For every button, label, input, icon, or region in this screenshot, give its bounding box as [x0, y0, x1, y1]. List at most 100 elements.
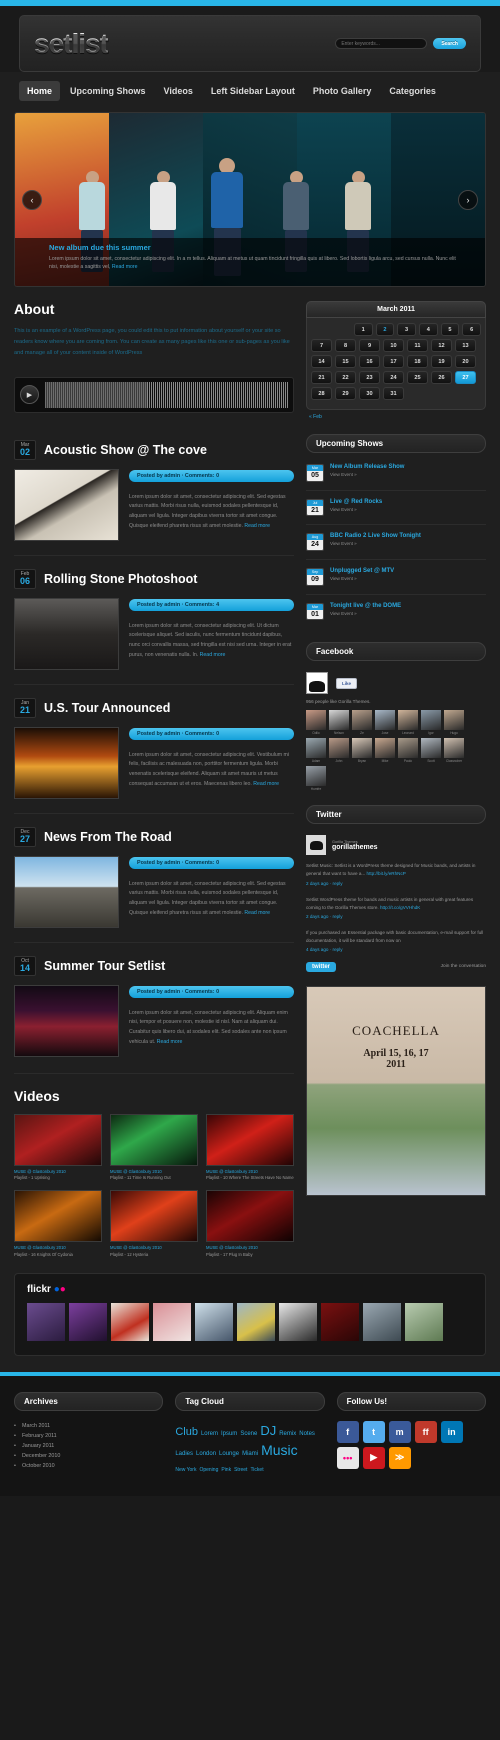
video-item[interactable]: MUSE @ Glastonbury 2010 Playlist - 11 Tim…	[110, 1113, 198, 1182]
youtube-icon[interactable]: ▶	[362, 1446, 385, 1469]
event-item[interactable]: Mar 01 Tonight live @ the DOME View Event »	[306, 602, 486, 629]
video-thumbnail[interactable]	[14, 1190, 102, 1243]
facebook-face-photo[interactable]	[329, 738, 349, 759]
facebook-face[interactable]: Adam	[306, 738, 326, 763]
post-thumbnail[interactable]	[14, 726, 119, 799]
facebook-face[interactable]: Leonard	[398, 710, 418, 735]
tag-music[interactable]: Music	[261, 1440, 298, 1461]
flickr-photo[interactable]	[69, 1302, 107, 1341]
tag-new-york[interactable]: New York	[175, 1467, 196, 1475]
archive-item[interactable]: October 2010	[14, 1461, 163, 1471]
tag-london[interactable]: London	[196, 1450, 216, 1459]
nav-item-videos[interactable]: Videos	[156, 81, 201, 101]
search-input[interactable]	[335, 38, 428, 49]
facebook-face[interactable]: Ze	[352, 710, 372, 735]
tweet-link[interactable]: http://t.co/gVVHhdK	[380, 905, 420, 910]
nav-item-photo-gallery[interactable]: Photo Gallery	[305, 81, 380, 101]
facebook-face-photo[interactable]	[398, 710, 418, 731]
rss-icon[interactable]: ≫	[388, 1446, 411, 1469]
event-title[interactable]: New Album Release Show	[330, 464, 404, 470]
facebook-face-photo[interactable]	[444, 710, 464, 731]
post-thumbnail[interactable]	[14, 468, 119, 541]
flickr-photo[interactable]	[405, 1302, 443, 1341]
tag-ladies[interactable]: Ladies	[175, 1450, 193, 1459]
slider-next-arrow[interactable]: ›	[458, 189, 478, 210]
flickr-photo[interactable]	[279, 1302, 317, 1341]
flickr-photo[interactable]	[111, 1302, 149, 1341]
facebook-face[interactable]: Nelson	[329, 710, 349, 735]
tag-notes[interactable]: Notes	[299, 1430, 315, 1439]
post-read-more-link[interactable]: Read more	[200, 652, 226, 658]
facebook-face-photo[interactable]	[352, 738, 372, 759]
facebook-face-photo[interactable]	[421, 710, 441, 731]
archive-item[interactable]: March 2011	[14, 1421, 163, 1431]
tweet-timestamp[interactable]: 4 days ago · reply	[306, 946, 486, 954]
event-title[interactable]: BBC Radio 2 Live Show Tonight	[330, 533, 421, 539]
tag-opening[interactable]: Opening	[199, 1467, 218, 1475]
facebook-face-photo[interactable]	[375, 710, 395, 731]
slide-read-more-link[interactable]: Read more	[112, 264, 138, 270]
play-icon[interactable]: ▶	[20, 385, 39, 405]
post-title[interactable]: U.S. Tour Announced	[44, 701, 170, 715]
facebook-face[interactable]: Scott	[421, 738, 441, 763]
tag-club[interactable]: Club	[175, 1424, 198, 1441]
slide-title[interactable]: New album due this summer	[49, 243, 460, 252]
flickr-photo[interactable]	[153, 1302, 191, 1341]
video-title[interactable]: MUSE @ Glastonbury 2010	[206, 1245, 258, 1250]
nav-item-home[interactable]: Home	[19, 81, 61, 101]
video-thumbnail[interactable]	[14, 1113, 102, 1166]
event-item[interactable]: Sep 09 Unplugged Set @ MTV View Event »	[306, 568, 486, 595]
event-view-link[interactable]: View Event »	[330, 611, 401, 616]
friendfeed-icon[interactable]: ff	[414, 1420, 437, 1443]
facebook-face-photo[interactable]	[329, 710, 349, 731]
video-item[interactable]: MUSE @ Glastonbury 2010 Playlist - 10 Whe…	[206, 1113, 294, 1182]
nav-item-upcoming-shows[interactable]: Upcoming Shows	[62, 81, 154, 101]
facebook-like-button[interactable]: Like	[336, 677, 358, 689]
facebook-face[interactable]: Bryan	[352, 738, 372, 763]
site-logo[interactable]: setlist	[34, 28, 109, 60]
twitter-account[interactable]: Gorilla Themes gorillathemes	[306, 835, 486, 856]
calendar-prev-link[interactable]: « Feb	[306, 410, 486, 420]
event-view-link[interactable]: View Event »	[330, 541, 421, 546]
post-read-more-link[interactable]: Read more	[157, 1039, 183, 1045]
video-title[interactable]: MUSE @ Glastonbury 2010	[110, 1169, 162, 1174]
video-item[interactable]: MUSE @ Glastonbury 2010 Playlist - 1 Upri…	[14, 1113, 102, 1182]
tag-ticket[interactable]: Ticket	[250, 1467, 263, 1475]
event-title[interactable]: Live @ Red Rocks	[330, 499, 382, 505]
event-view-link[interactable]: View Event »	[330, 576, 394, 581]
archive-item[interactable]: February 2011	[14, 1431, 163, 1441]
tag-remix[interactable]: Remix	[279, 1430, 296, 1439]
post-thumbnail[interactable]	[14, 984, 119, 1057]
search-button[interactable]: Search	[433, 38, 466, 49]
waveform[interactable]: 0:00 / 3:32	[45, 381, 288, 408]
tag-scene[interactable]: Scene	[240, 1430, 257, 1439]
facebook-face[interactable]: Jose	[375, 710, 395, 735]
event-item[interactable]: Aug 24 BBC Radio 2 Live Show Tonight View E…	[306, 533, 486, 561]
post-title[interactable]: News From The Road	[44, 830, 172, 844]
facebook-face-photo[interactable]	[421, 738, 441, 759]
nav-item-categories[interactable]: Categories	[381, 81, 444, 101]
audio-player[interactable]: ▶ 0:00 / 3:32	[14, 376, 294, 413]
video-item[interactable]: MUSE @ Glastonbury 2010 Playlist - 17 Plu…	[206, 1190, 294, 1258]
facebook-face[interactable]: Mike	[375, 738, 395, 763]
tag-street[interactable]: Street	[234, 1467, 247, 1475]
myspace-icon[interactable]: m	[388, 1420, 411, 1443]
video-item[interactable]: MUSE @ Glastonbury 2010 Playlist - 16 Kni…	[14, 1190, 102, 1258]
nav-item-left-sidebar-layout[interactable]: Left Sidebar Layout	[203, 81, 303, 101]
tag-pink[interactable]: Pink	[221, 1467, 231, 1475]
archive-item[interactable]: January 2011	[14, 1441, 163, 1451]
tweet-timestamp[interactable]: 2 days ago · reply	[306, 913, 486, 921]
post-read-more-link[interactable]: Read more	[244, 523, 270, 529]
event-view-link[interactable]: View Event »	[330, 507, 382, 512]
facebook-icon[interactable]: f	[336, 1420, 359, 1443]
event-view-link[interactable]: View Event »	[330, 472, 404, 477]
facebook-face[interactable]: John	[329, 738, 349, 763]
post-read-more-link[interactable]: Read more	[244, 910, 270, 916]
calendar-day-2[interactable]: 2	[375, 323, 395, 336]
tweet-link[interactable]: http://bit.ly/eRhNcP	[367, 871, 406, 876]
flickr-photo[interactable]	[237, 1302, 275, 1341]
video-title[interactable]: MUSE @ Glastonbury 2010	[14, 1169, 66, 1174]
slider-prev-arrow[interactable]: ‹	[22, 189, 42, 210]
tag-lounge[interactable]: Lounge	[219, 1450, 239, 1459]
tag-lorem[interactable]: Lorem	[201, 1430, 218, 1439]
